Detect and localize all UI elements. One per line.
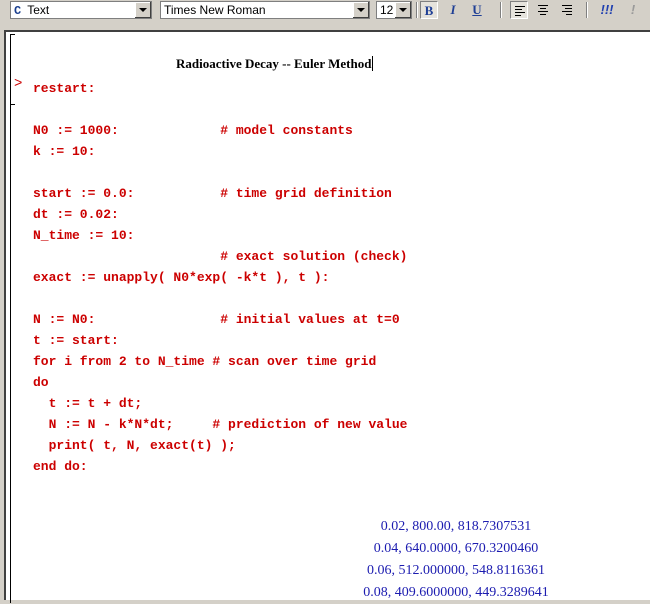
maple-input-block[interactable]: restart: N0 := 1000: # model constants k :… bbox=[33, 78, 407, 477]
bold-button[interactable]: B bbox=[420, 1, 438, 19]
code-line: N0 := 1000: # model constants bbox=[33, 123, 353, 138]
toolbar-separator bbox=[500, 2, 502, 18]
code-line: N := N - k*N*dt; # prediction of new val… bbox=[33, 417, 408, 432]
context-toolbar: C Text Times New Roman 12 B I U !!! ! bbox=[0, 0, 650, 21]
style-value: Text bbox=[27, 3, 50, 17]
style-dropdown[interactable]: C Text bbox=[10, 1, 152, 19]
maple-output-block: 0.02, 800.00, 818.7307531 0.04, 640.0000… bbox=[336, 516, 576, 604]
code-line: do bbox=[33, 375, 49, 390]
align-left-button[interactable] bbox=[510, 1, 528, 19]
code-line: dt := 0.02: bbox=[33, 207, 119, 222]
code-line: for i from 2 to N_time # scan over time … bbox=[33, 354, 377, 369]
code-line: t := start: bbox=[33, 333, 119, 348]
output-line: 0.08, 409.6000000, 449.3289641 bbox=[363, 585, 549, 600]
underline-button[interactable]: U bbox=[468, 1, 486, 19]
code-line: start := 0.0: # time grid definition bbox=[33, 186, 392, 201]
align-left-icon bbox=[515, 6, 525, 16]
code-line: k := 10: bbox=[33, 144, 96, 159]
font-value: Times New Roman bbox=[164, 3, 266, 17]
code-line: N := N0: # initial values at t=0 bbox=[33, 312, 400, 327]
worksheet-title[interactable]: Radioactive Decay -- Euler Method bbox=[176, 56, 374, 72]
chevron-down-icon[interactable] bbox=[134, 2, 151, 18]
group-bracket[interactable] bbox=[10, 34, 15, 603]
execute-selection-button[interactable]: ! bbox=[624, 1, 642, 19]
text-cursor bbox=[372, 56, 374, 71]
worksheet[interactable]: Radioactive Decay -- Euler Method > rest… bbox=[4, 30, 650, 603]
chevron-down-icon[interactable] bbox=[394, 2, 411, 18]
character-style-icon: C bbox=[14, 4, 22, 18]
input-prompt: > bbox=[14, 76, 23, 92]
code-line: # exact solution (check) bbox=[33, 249, 408, 264]
code-line: restart: bbox=[33, 81, 96, 96]
code-line: exact := unapply( N0*exp( -k*t ), t ): bbox=[33, 270, 330, 285]
toolbar-separator bbox=[586, 2, 588, 18]
align-center-icon bbox=[538, 5, 548, 15]
align-right-icon bbox=[562, 5, 572, 15]
font-size-dropdown[interactable]: 12 bbox=[376, 1, 412, 19]
code-line: end do: bbox=[33, 459, 88, 474]
output-line: 0.02, 800.00, 818.7307531 bbox=[380, 519, 532, 534]
worksheet-title-text: Radioactive Decay -- Euler Method bbox=[176, 56, 372, 71]
code-line: print( t, N, exact(t) ); bbox=[33, 438, 236, 453]
align-center-button[interactable] bbox=[534, 1, 552, 19]
code-line: t := t + dt; bbox=[33, 396, 143, 411]
font-size-value: 12 bbox=[380, 3, 394, 17]
toolbar-separator bbox=[416, 2, 418, 18]
output-line: 0.04, 640.0000, 670.3200460 bbox=[373, 541, 539, 556]
chevron-down-icon[interactable] bbox=[352, 2, 369, 18]
code-line: N_time := 10: bbox=[33, 228, 135, 243]
align-right-button[interactable] bbox=[558, 1, 576, 19]
execute-worksheet-button[interactable]: !!! bbox=[596, 1, 618, 19]
font-dropdown[interactable]: Times New Roman bbox=[160, 1, 370, 19]
italic-button[interactable]: I bbox=[444, 1, 462, 19]
output-line: 0.06, 512.000000, 548.8116361 bbox=[367, 563, 545, 578]
